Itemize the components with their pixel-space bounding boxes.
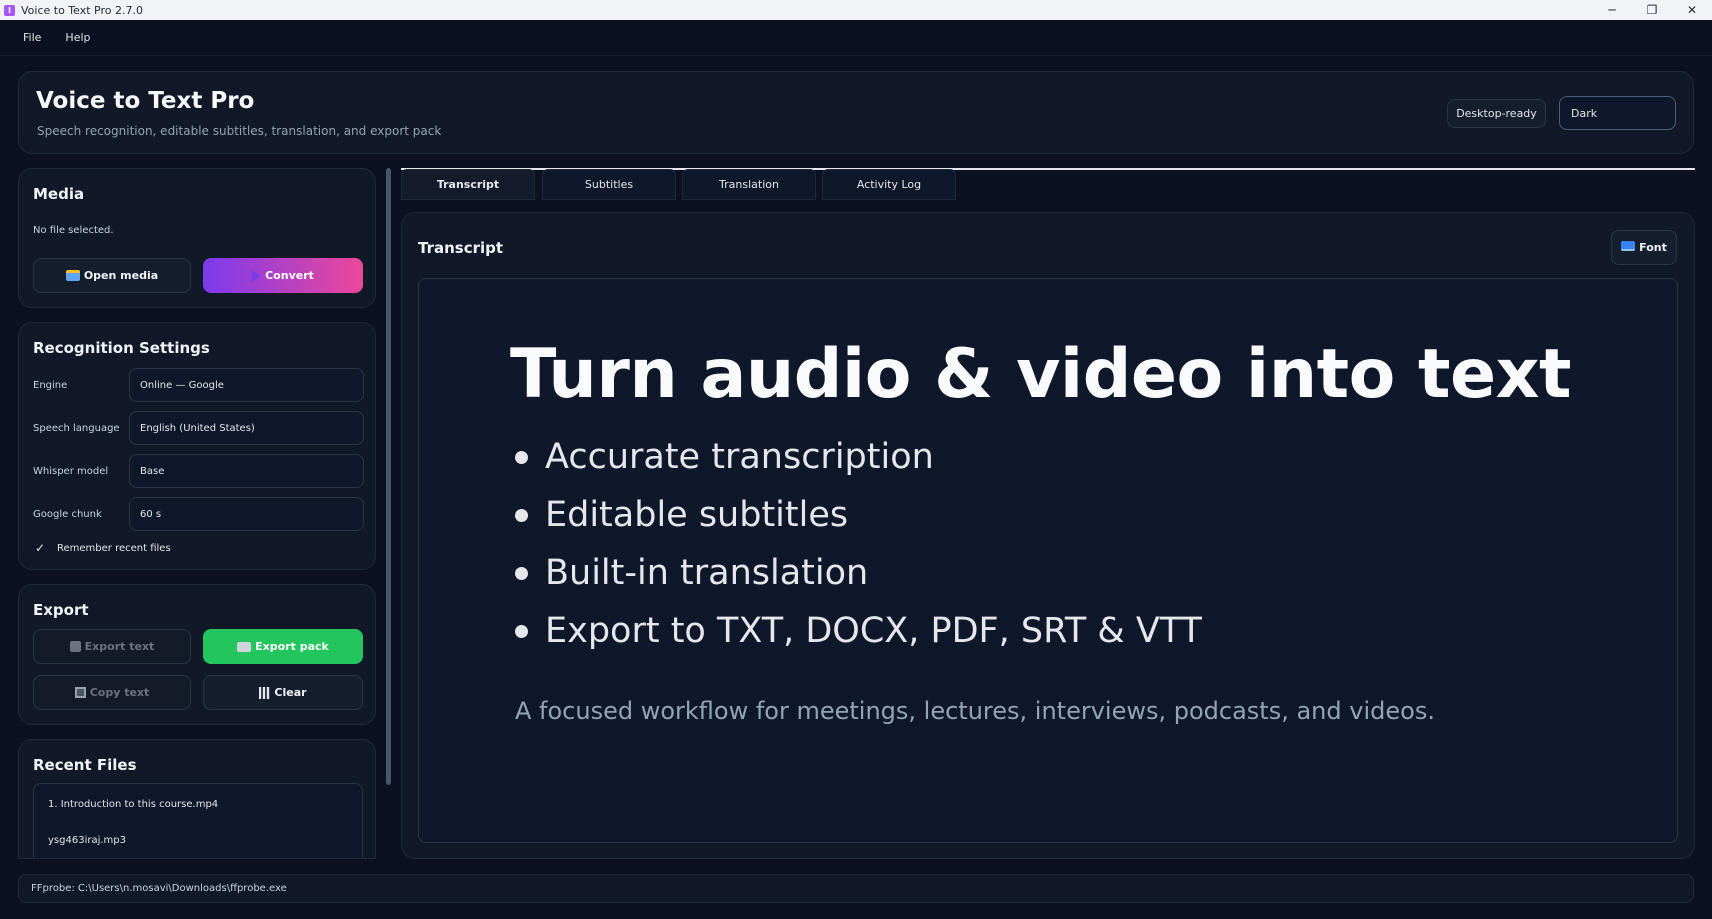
export-panel: Export Export text Export pack Copy text… [18,584,376,725]
tab-subtitles[interactable]: Subtitles [542,169,676,200]
transcript-editor[interactable]: Turn audio & video into text Accurate tr… [418,278,1678,843]
window-title: Voice to Text Pro 2.7.0 [21,3,143,17]
engine-select[interactable]: Online — Google [129,368,364,402]
media-panel: Media No file selected. Open media Conve… [18,168,376,308]
bullet-dot-icon [515,566,528,580]
tab-activity-log[interactable]: Activity Log [822,169,956,200]
monitor-icon [1621,241,1636,254]
tagline: A focused workflow for meetings, lecture… [515,697,1435,725]
font-button[interactable]: Font [1611,230,1677,265]
package-icon [237,641,252,652]
folder-icon [65,270,80,281]
status-bar: FFprobe: C:\Users\n.mosavi\Downloads\ffp… [18,874,1694,903]
convert-button[interactable]: Convert [203,258,363,293]
feature-bullet: Built-in translation [515,553,868,593]
remember-recent-files-checkbox[interactable]: ✓ Remember recent files [35,541,171,555]
checkmark-icon: ✓ [35,541,46,555]
recent-files-list: 1. Introduction to this course.mp4 ysg46… [33,783,363,858]
app-icon: I [4,4,15,16]
bullet-dot-icon [515,508,528,522]
export-title: Export [33,601,89,619]
speech-language-label: Speech language [33,422,120,434]
menu-file[interactable]: File [11,31,53,44]
copy-icon [74,687,86,698]
google-chunk-label: Google chunk [33,508,102,520]
recognition-settings-panel: Recognition Settings Engine Online — Goo… [18,322,376,570]
open-media-button[interactable]: Open media [33,258,191,293]
save-icon [69,641,81,652]
feature-bullet: Accurate transcription [515,437,934,477]
remember-recent-files-label: Remember recent files [57,542,171,554]
settings-title: Recognition Settings [33,339,210,357]
transcript-title: Transcript [418,239,504,257]
speech-language-select[interactable]: English (United States) [129,411,364,445]
menu-help[interactable]: Help [53,31,102,44]
bullet-dot-icon [515,450,528,464]
restore-icon[interactable]: ❐ [1632,0,1672,20]
ffprobe-path: FFprobe: C:\Users\n.mosavi\Downloads\ffp… [31,883,287,894]
tab-transcript[interactable]: Transcript [401,169,535,200]
transcript-panel: Transcript Font Turn audio & video into … [401,212,1695,859]
recent-files-panel: Recent Files 1. Introduction to this cou… [18,739,376,859]
app-header: Voice to Text Pro Speech recognition, ed… [18,71,1694,154]
window-controls: ─ ❐ ✕ [1592,0,1712,20]
bullet-dot-icon [515,624,528,638]
title-bar: I Voice to Text Pro 2.7.0 ─ ❐ ✕ [0,0,1712,20]
engine-label: Engine [33,379,68,391]
export-pack-button[interactable]: Export pack [203,629,363,664]
hero-heading: Turn audio & video into text [510,335,1572,414]
app-subtitle: Speech recognition, editable subtitles, … [37,124,442,138]
left-panel-scrollbar[interactable] [386,168,391,785]
export-text-button[interactable]: Export text [33,629,191,664]
menu-bar: File Help [0,20,1712,56]
desktop-ready-badge: Desktop-ready [1447,99,1546,128]
clear-icon [259,686,271,699]
clear-button[interactable]: Clear [203,675,363,710]
media-title: Media [33,185,85,203]
theme-select[interactable]: Dark [1559,96,1676,130]
minimize-icon[interactable]: ─ [1592,0,1632,20]
list-item[interactable]: 1. Introduction to this course.mp4 [48,799,218,810]
media-status: No file selected. [33,225,114,236]
feature-bullet: Export to TXT, DOCX, PDF, SRT & VTT [515,611,1202,651]
whisper-model-select[interactable]: Base [129,454,364,488]
play-icon [252,269,262,282]
app-title: Voice to Text Pro [36,88,255,114]
google-chunk-select[interactable]: 60 s [129,497,364,531]
feature-bullet: Editable subtitles [515,495,848,535]
recent-files-title: Recent Files [33,756,137,774]
whisper-model-label: Whisper model [33,465,109,477]
list-item[interactable]: ysg463iraj.mp3 [48,835,126,846]
copy-text-button[interactable]: Copy text [33,675,191,710]
close-icon[interactable]: ✕ [1672,0,1712,20]
tab-translation[interactable]: Translation [682,169,816,200]
